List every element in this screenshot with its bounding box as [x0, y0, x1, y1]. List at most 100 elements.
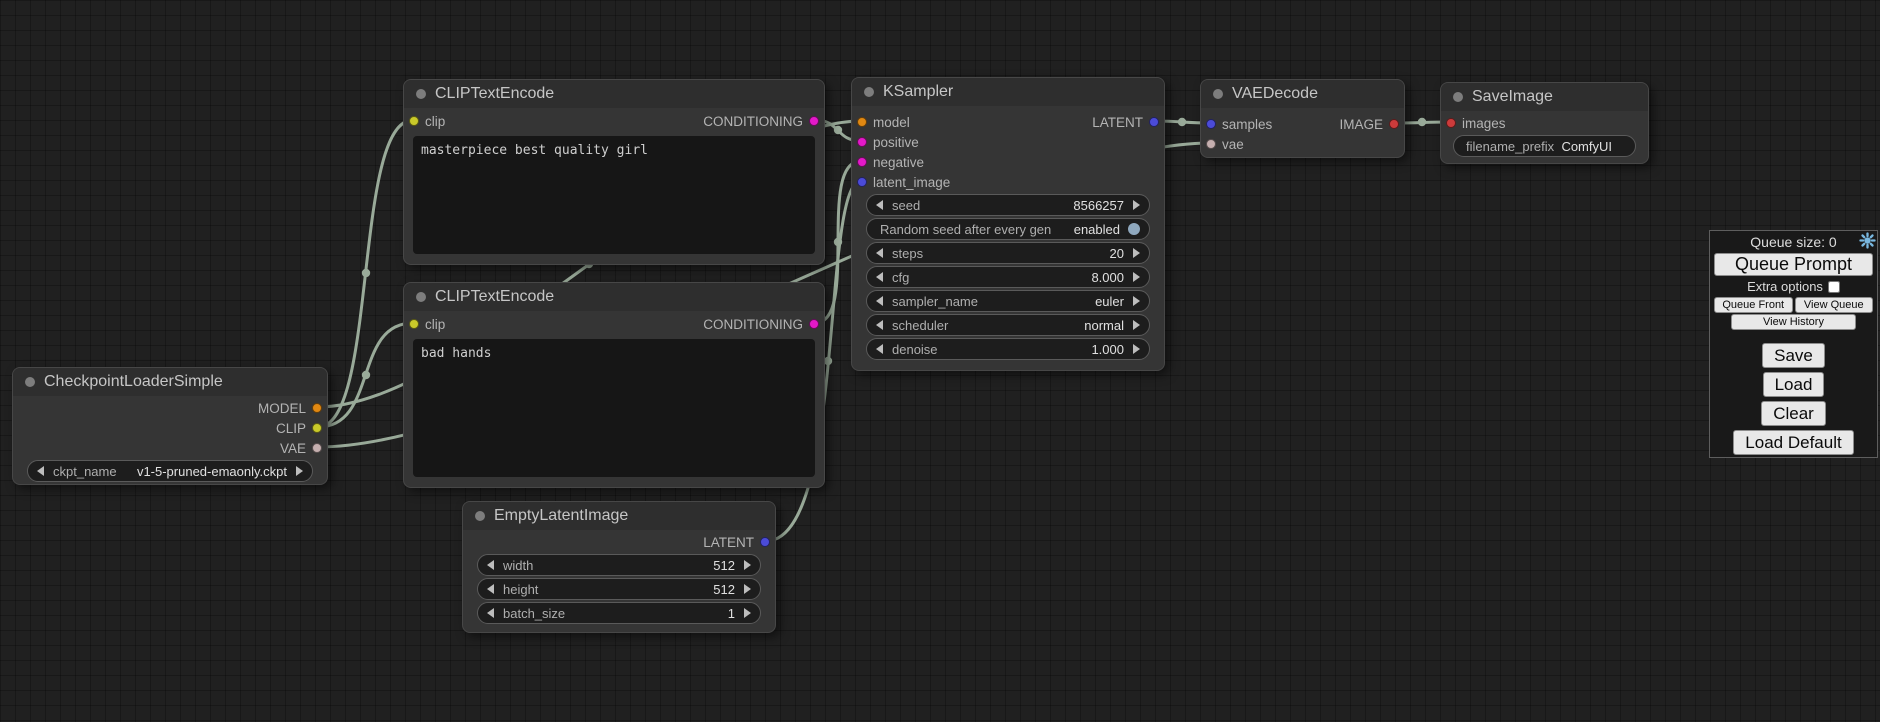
- height-widget[interactable]: height 512: [477, 578, 761, 600]
- decrement-arrow-icon[interactable]: [487, 584, 494, 594]
- decrement-arrow-icon[interactable]: [876, 248, 883, 258]
- output-label: CLIP: [276, 421, 306, 436]
- node-empty-latent-image[interactable]: EmptyLatentImage LATENT width 512 height…: [462, 501, 776, 633]
- increment-arrow-icon[interactable]: [744, 584, 751, 594]
- prev-value-arrow-icon[interactable]: [876, 320, 883, 330]
- random-seed-toggle-widget[interactable]: Random seed after every gen enabled: [866, 218, 1150, 240]
- node-collapse-dot[interactable]: [25, 377, 35, 387]
- denoise-widget[interactable]: denoise 1.000: [866, 338, 1150, 360]
- increment-arrow-icon[interactable]: [744, 560, 751, 570]
- toggle-indicator-dot[interactable]: [1128, 223, 1140, 235]
- node-checkpoint-loader-simple[interactable]: CheckpointLoaderSimple MODEL CLIP VAE ck…: [12, 367, 328, 485]
- node-collapse-dot[interactable]: [475, 511, 485, 521]
- decrement-arrow-icon[interactable]: [487, 560, 494, 570]
- output-slot-conditioning[interactable]: [809, 319, 819, 329]
- node-collapse-dot[interactable]: [864, 87, 874, 97]
- decrement-arrow-icon[interactable]: [876, 272, 883, 282]
- node-title-bar[interactable]: VAEDecode: [1201, 80, 1404, 108]
- sampler-name-widget[interactable]: sampler_name euler: [866, 290, 1150, 312]
- widget-label: scheduler: [892, 318, 948, 333]
- node-clip-text-encode-positive[interactable]: CLIPTextEncode clip CONDITIONING masterp…: [403, 79, 825, 265]
- decrement-arrow-icon[interactable]: [876, 200, 883, 210]
- clear-button[interactable]: Clear: [1761, 401, 1826, 426]
- node-title-bar[interactable]: KSampler: [852, 78, 1164, 106]
- increment-arrow-icon[interactable]: [744, 608, 751, 618]
- node-title-bar[interactable]: SaveImage: [1441, 83, 1648, 111]
- node-title-bar[interactable]: CheckpointLoaderSimple: [13, 368, 327, 396]
- decrement-arrow-icon[interactable]: [876, 344, 883, 354]
- node-title-bar[interactable]: CLIPTextEncode: [404, 80, 824, 108]
- load-default-button[interactable]: Load Default: [1733, 430, 1853, 455]
- scheduler-widget[interactable]: scheduler normal: [866, 314, 1150, 336]
- queue-prompt-button[interactable]: Queue Prompt: [1714, 253, 1873, 276]
- node-title-label: VAEDecode: [1232, 85, 1318, 103]
- link-midpoint-dot: [824, 357, 832, 365]
- node-title-label: CLIPTextEncode: [435, 85, 554, 103]
- cfg-widget[interactable]: cfg 8.000: [866, 266, 1150, 288]
- increment-arrow-icon[interactable]: [1133, 344, 1140, 354]
- node-clip-text-encode-negative[interactable]: CLIPTextEncode clip CONDITIONING bad han…: [403, 282, 825, 488]
- input-slot-vae[interactable]: [1206, 139, 1216, 149]
- slot-area: clip CONDITIONING: [404, 311, 824, 335]
- widget-value: 20: [1110, 246, 1124, 261]
- next-value-arrow-icon[interactable]: [296, 466, 303, 476]
- input-slot-negative[interactable]: [857, 157, 867, 167]
- input-slot-clip[interactable]: [409, 319, 419, 329]
- filename-prefix-widget[interactable]: filename_prefix ComfyUI: [1453, 135, 1636, 157]
- output-row-latent: LATENT: [852, 112, 1164, 132]
- save-button[interactable]: Save: [1762, 343, 1825, 368]
- node-vae-decode[interactable]: VAEDecode samples vae IMAGE: [1200, 79, 1405, 158]
- settings-gear-icon[interactable]: [1859, 232, 1876, 249]
- prev-value-arrow-icon[interactable]: [37, 466, 44, 476]
- prev-value-arrow-icon[interactable]: [876, 296, 883, 306]
- queue-front-button[interactable]: Queue Front: [1714, 297, 1793, 313]
- node-title-bar[interactable]: CLIPTextEncode: [404, 283, 824, 311]
- decrement-arrow-icon[interactable]: [487, 608, 494, 618]
- output-label: LATENT: [1092, 115, 1143, 130]
- node-save-image[interactable]: SaveImage images filename_prefix ComfyUI: [1440, 82, 1649, 164]
- input-slot-latent-image[interactable]: [857, 177, 867, 187]
- output-slot-latent[interactable]: [1149, 117, 1159, 127]
- input-row-vae: vae: [1201, 134, 1404, 154]
- batch-size-widget[interactable]: batch_size 1: [477, 602, 761, 624]
- node-collapse-dot[interactable]: [416, 292, 426, 302]
- view-queue-button[interactable]: View Queue: [1795, 297, 1874, 313]
- slot-row-clip-conditioning: clip CONDITIONING: [404, 110, 824, 132]
- output-slot-image[interactable]: [1389, 119, 1399, 129]
- node-collapse-dot[interactable]: [416, 89, 426, 99]
- slot-row-clip-conditioning: clip CONDITIONING: [404, 313, 824, 335]
- output-label: CONDITIONING: [703, 317, 803, 332]
- input-label: positive: [873, 135, 919, 150]
- increment-arrow-icon[interactable]: [1133, 272, 1140, 282]
- increment-arrow-icon[interactable]: [1133, 248, 1140, 258]
- steps-widget[interactable]: steps 20: [866, 242, 1150, 264]
- view-history-button[interactable]: View History: [1731, 314, 1855, 330]
- load-button[interactable]: Load: [1763, 372, 1825, 397]
- input-slot-images[interactable]: [1446, 118, 1456, 128]
- input-slot-clip[interactable]: [409, 116, 419, 126]
- queue-buttons-row: Queue Front View Queue: [1714, 297, 1873, 313]
- next-value-arrow-icon[interactable]: [1133, 320, 1140, 330]
- width-widget[interactable]: width 512: [477, 554, 761, 576]
- output-slot-conditioning[interactable]: [809, 116, 819, 126]
- input-slot-positive[interactable]: [857, 137, 867, 147]
- node-ksampler[interactable]: KSampler model positive negative latent_…: [851, 77, 1165, 371]
- widget-label: cfg: [892, 270, 909, 285]
- positive-prompt-textarea[interactable]: masterpiece best quality girl: [413, 136, 815, 254]
- output-slot-clip[interactable]: [312, 423, 322, 433]
- seed-widget[interactable]: seed 8566257: [866, 194, 1150, 216]
- menu-main-buttons: Save Load Clear Load Default: [1714, 341, 1873, 457]
- node-collapse-dot[interactable]: [1213, 89, 1223, 99]
- next-value-arrow-icon[interactable]: [1133, 296, 1140, 306]
- node-title-bar[interactable]: EmptyLatentImage: [463, 502, 775, 530]
- output-row-clip: CLIP: [13, 418, 327, 438]
- negative-prompt-textarea[interactable]: bad hands: [413, 339, 815, 477]
- node-collapse-dot[interactable]: [1453, 92, 1463, 102]
- increment-arrow-icon[interactable]: [1133, 200, 1140, 210]
- ckpt-name-widget[interactable]: ckpt_name v1-5-pruned-emaonly.ckpt: [27, 460, 313, 482]
- output-slot-vae[interactable]: [312, 443, 322, 453]
- extra-options-checkbox[interactable]: [1828, 281, 1840, 293]
- output-slot-model[interactable]: [312, 403, 322, 413]
- output-slot-latent[interactable]: [760, 537, 770, 547]
- graph-canvas[interactable]: CheckpointLoaderSimple MODEL CLIP VAE ck…: [0, 0, 1880, 722]
